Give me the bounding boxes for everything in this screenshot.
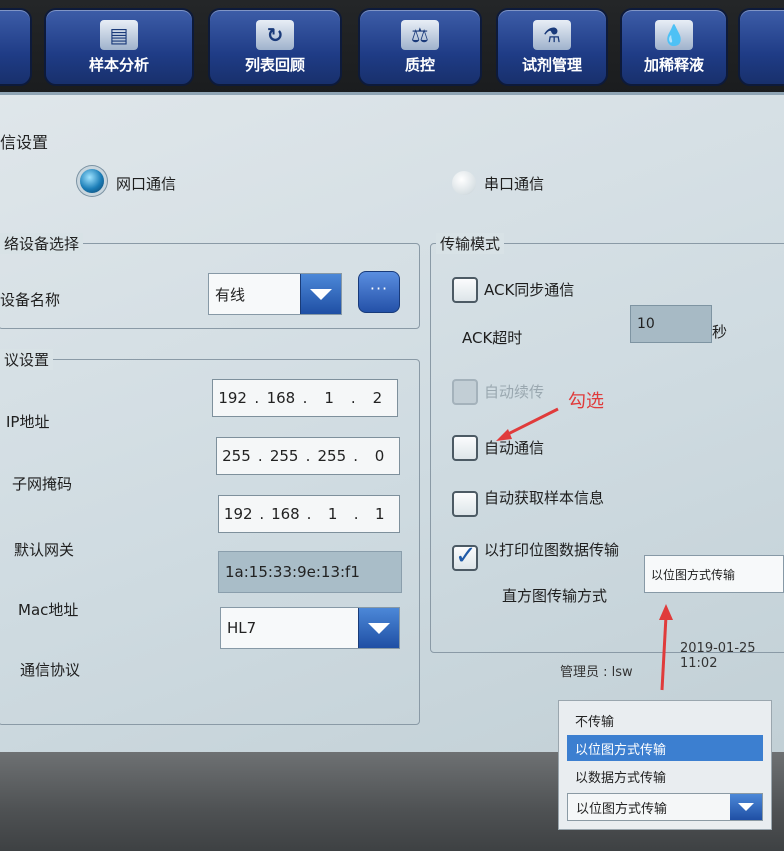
ip-octet[interactable]: 2: [358, 389, 397, 407]
mac-address-label: Mac地址: [18, 601, 79, 619]
nav-label: 试剂管理: [521, 56, 582, 74]
ip-octet[interactable]: 1: [309, 389, 348, 407]
ip-address-label: IP地址: [6, 413, 50, 431]
transfer-group-title: 传输模式: [436, 233, 505, 254]
device-name-dropdown[interactable]: 有线: [208, 273, 342, 315]
nav-button-qc[interactable]: ⚖ 质控: [358, 8, 482, 86]
top-nav-bar: ▤ 样本分析 ↻ 列表回顾 ⚖ 质控 ⚗ 试剂管理 💧 加稀释液: [0, 0, 784, 96]
mac-address-field: 1a:15:33:9e:13:f1: [218, 551, 402, 593]
auto-fetch-label: 自动获取样本信息: [484, 489, 605, 507]
nav-button-partial-right[interactable]: [738, 8, 784, 86]
histogram-options-popup: 不传输 以位图方式传输 以数据方式传输 以位图方式传输: [558, 700, 772, 830]
device-more-button[interactable]: ···: [358, 271, 400, 313]
chevron-down-icon[interactable]: [358, 608, 399, 648]
serial-comm-label: 串口通信: [484, 175, 545, 193]
mask-octet[interactable]: 255: [217, 447, 256, 465]
comm-settings-title: 信设置: [0, 133, 49, 152]
datetime-status: 2019-01-25 11:02: [680, 641, 756, 671]
nav-button-partial-left[interactable]: [0, 8, 32, 86]
histogram-mode-dropdown[interactable]: 以位图方式传输: [644, 555, 784, 593]
gateway-octet[interactable]: 192: [219, 505, 257, 523]
ack-timeout-input[interactable]: 10: [630, 305, 712, 343]
bottles-icon: ⚗: [533, 20, 571, 50]
popup-combo[interactable]: 以位图方式传输: [567, 793, 763, 821]
ack-sync-checkbox[interactable]: [452, 277, 478, 303]
ip-dot: .: [353, 505, 359, 523]
mask-octet[interactable]: 255: [312, 447, 351, 465]
histogram-mode-value: 以位图方式传输: [651, 567, 736, 582]
gateway-octet[interactable]: 1: [313, 505, 351, 523]
ip-address-input[interactable]: 192. 168. 1. 2: [212, 379, 398, 417]
gateway-octet[interactable]: 168: [266, 505, 304, 523]
protocol-dropdown[interactable]: HL7: [220, 607, 400, 649]
histogram-mode-label: 直方图传输方式: [502, 587, 608, 605]
protocol-group-title: 议设置: [0, 349, 54, 370]
gateway-octet[interactable]: 1: [361, 505, 399, 523]
auto-resend-checkbox[interactable]: [452, 379, 478, 405]
gateway-label: 默认网关: [14, 541, 75, 559]
popup-arrow-icon: [659, 604, 673, 691]
protocol-value: HL7: [227, 619, 257, 637]
nav-label: 质控: [404, 56, 435, 74]
ip-octet[interactable]: 192: [213, 389, 252, 407]
ip-dot: .: [353, 447, 359, 465]
mask-octet[interactable]: 0: [360, 447, 399, 465]
drop-icon: 💧: [655, 20, 693, 50]
annotation-arrow-icon: [496, 407, 559, 441]
protocol-label: 通信协议: [20, 661, 81, 679]
document-chart-icon: ▤: [100, 20, 138, 50]
chevron-down-icon[interactable]: [300, 274, 341, 314]
nav-button-add-diluent[interactable]: 💧 加稀释液: [620, 8, 728, 86]
nav-button-sample-analysis[interactable]: ▤ 样本分析: [44, 8, 194, 86]
device-group-title: 络设备选择: [0, 233, 84, 254]
chevron-down-icon[interactable]: [730, 794, 762, 820]
ack-sync-label: ACK同步通信: [484, 281, 575, 299]
auto-fetch-checkbox[interactable]: [452, 491, 478, 517]
ip-octet[interactable]: 168: [261, 389, 300, 407]
ip-dot: .: [302, 389, 308, 407]
popup-combo-value: 以位图方式传输: [576, 801, 668, 817]
mask-octet[interactable]: 255: [265, 447, 304, 465]
ack-timeout-label: ACK超时: [462, 329, 523, 347]
popup-option[interactable]: 以数据方式传输: [567, 763, 763, 789]
subnet-mask-input[interactable]: 255. 255. 255. 0: [216, 437, 400, 475]
device-name-label: 设备名称: [0, 291, 61, 309]
print-bitmap-checkbox[interactable]: [452, 541, 478, 571]
annotation-text: 勾选: [568, 391, 604, 412]
popup-option-selected[interactable]: 以位图方式传输: [567, 735, 763, 761]
ack-timeout-unit: 秒: [712, 323, 728, 341]
nav-label: 列表回顾: [244, 56, 305, 74]
nav-button-reagent-management[interactable]: ⚗ 试剂管理: [496, 8, 608, 86]
ip-dot: .: [259, 505, 265, 523]
network-comm-radio[interactable]: [80, 169, 104, 193]
auto-comm-checkbox[interactable]: [452, 435, 478, 461]
ip-dot: .: [257, 447, 263, 465]
serial-comm-radio[interactable]: [452, 171, 476, 195]
nav-button-list-review[interactable]: ↻ 列表回顾: [208, 8, 342, 86]
nav-label: 加稀释液: [643, 56, 704, 74]
device-name-value: 有线: [215, 285, 246, 304]
popup-option[interactable]: 不传输: [567, 707, 763, 733]
admin-status: 管理员 : lsw: [560, 665, 633, 680]
refresh-icon: ↻: [256, 20, 294, 50]
ip-dot: .: [350, 389, 356, 407]
subnet-mask-label: 子网掩码: [12, 475, 73, 493]
print-bitmap-label: 以打印位图数据传输: [484, 541, 620, 559]
balance-scale-icon: ⚖: [401, 20, 439, 50]
gateway-input[interactable]: 192. 168. 1. 1: [218, 495, 400, 533]
ip-dot: .: [254, 389, 260, 407]
ip-dot: .: [305, 447, 311, 465]
nav-label: 样本分析: [88, 56, 149, 74]
network-comm-label: 网口通信: [116, 175, 177, 193]
ip-dot: .: [306, 505, 312, 523]
auto-resend-label: 自动续传: [484, 383, 545, 401]
